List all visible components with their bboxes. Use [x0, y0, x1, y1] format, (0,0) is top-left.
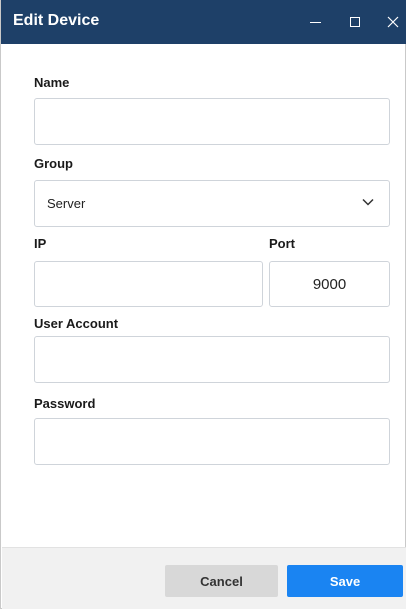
maximize-button[interactable] [337, 0, 373, 44]
save-button[interactable]: Save [287, 565, 403, 597]
ip-input[interactable] [34, 261, 263, 307]
close-icon [387, 16, 399, 28]
password-label: Password [34, 396, 96, 411]
maximize-icon [350, 17, 360, 27]
port-label: Port [269, 236, 295, 251]
minimize-icon [309, 21, 321, 23]
user-account-label: User Account [34, 316, 119, 331]
dialog-title: Edit Device [13, 12, 100, 29]
password-input[interactable] [34, 418, 390, 465]
name-label: Name [34, 75, 70, 90]
user-account-input[interactable] [34, 336, 390, 383]
close-button[interactable] [375, 0, 406, 44]
group-selected-value: Server [47, 196, 86, 211]
title-bar: Edit Device [1, 0, 406, 44]
ip-label: IP [34, 236, 47, 251]
name-input[interactable] [34, 98, 390, 145]
cancel-button[interactable]: Cancel [165, 565, 278, 597]
dialog-footer: Cancel Save [2, 547, 406, 609]
edit-device-dialog: Edit Device Name Group Server IP Port Us… [0, 0, 406, 609]
group-select[interactable]: Server [34, 180, 390, 227]
group-label: Group [34, 156, 73, 171]
minimize-button[interactable] [297, 0, 333, 44]
port-input[interactable] [269, 261, 390, 307]
chevron-down-icon [362, 198, 374, 206]
